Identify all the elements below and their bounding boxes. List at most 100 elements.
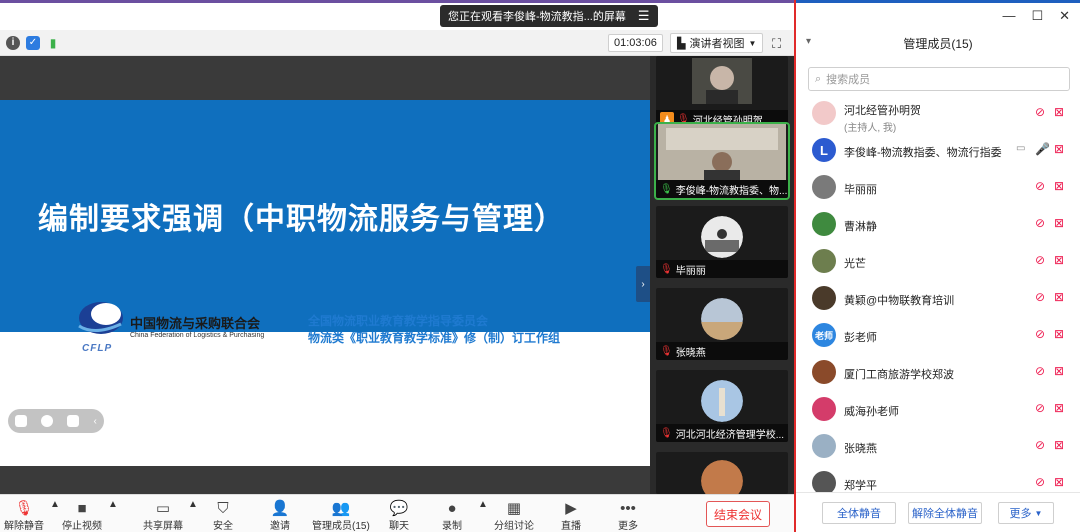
mic-muted-icon[interactable]: ⊘ [1035,475,1045,489]
mic-muted-icon[interactable]: ⊘ [1035,327,1045,341]
security-shield-icon[interactable]: ✓ [26,35,40,50]
participant-row[interactable]: L 李俊峰-物流教指委、物流行指委 ▭ 🎤 ⊠ [796,133,1080,169]
mic-muted-icon[interactable]: ⊘ [1035,401,1045,415]
participant-row[interactable]: 张晓燕 ⊘ ⊠ [796,429,1080,465]
camera-off-icon[interactable]: ⊠ [1054,290,1064,304]
annotate-icon[interactable] [41,415,54,427]
participant-row[interactable]: 威海孙老师 ⊘ ⊠ [796,392,1080,428]
camera-off-icon[interactable]: ⊠ [1054,142,1064,156]
mute-all-button[interactable]: 全体静音 [822,502,896,524]
video-tile[interactable]: 🎙 李俊峰-物流教指委、物... [654,122,790,200]
layout-icon[interactable] [15,415,28,427]
more-options-button[interactable]: 更多 ▼ [998,502,1054,524]
participant-row[interactable]: 老师 彭老师 ⊘ ⊠ [796,318,1080,354]
video-options-caret[interactable]: ▲ [108,499,118,510]
mic-muted-icon[interactable]: ⊘ [1035,179,1045,193]
camera-off-icon[interactable]: ⊠ [1054,216,1064,230]
participant-row[interactable]: 光芒 ⊘ ⊠ [796,244,1080,280]
participant-row[interactable]: 曹淋静 ⊘ ⊠ [796,207,1080,243]
meeting-timer: 01:03:06 [608,34,663,52]
camera-off-icon[interactable]: ⊠ [1054,475,1064,489]
close-icon[interactable]: ✕ [1059,8,1070,24]
mic-muted-icon[interactable]: ⊘ [1035,290,1045,304]
record-label: 录制 [442,521,462,532]
participant-avatar [812,397,836,421]
participant-video [658,124,786,180]
video-tile-name-bar: 🎙 张晓燕 [656,342,788,360]
mic-on-icon[interactable]: 🎤 [1035,142,1050,156]
search-input[interactable]: ⌕ 搜索成员 [808,67,1070,91]
panel-title: 管理成员(15) [903,37,973,51]
unmute-button[interactable]: 🎙 解除静音 [4,499,44,532]
mic-muted-icon[interactable]: ⊘ [1035,105,1045,119]
camera-off-icon[interactable]: ⊠ [1054,105,1064,119]
invite-button[interactable]: 👤 邀请 [270,499,290,532]
manage-participants-button[interactable]: 👥 管理成员(15) [312,499,370,532]
participant-row[interactable]: 毕丽丽 ⊘ ⊠ [796,170,1080,206]
cflp-logo-text: CFLP [82,343,113,354]
keyboard-icon[interactable] [67,415,80,427]
camera-off-icon[interactable]: ⊠ [1054,327,1064,341]
audio-options-caret[interactable]: ▲ [50,499,60,510]
participant-row[interactable]: 黄颖@中物联教育培训 ⊘ ⊠ [796,281,1080,317]
camera-off-icon[interactable]: ⊠ [1054,179,1064,193]
chevron-down-icon: ▼ [748,38,757,48]
chevron-left-icon[interactable]: ‹ [94,416,97,427]
video-tile[interactable]: 🎙 河北河北经济管理学校... [656,370,788,442]
unmute-all-button[interactable]: 解除全体静音 [908,502,982,524]
record-button[interactable]: ● 录制 [442,499,462,532]
screen-share-banner[interactable]: 您正在观看李俊峰-物流教指...的屏幕 ☰ [440,5,658,27]
slide-bottom-margin [0,466,650,494]
participants-icon: 👥 [331,500,351,517]
participant-row[interactable]: 厦门工商旅游学校郑波 ⊘ ⊠ [796,355,1080,391]
camera-off-icon[interactable]: ⊠ [1054,401,1064,415]
participant-name: 彭老师 [844,332,877,344]
video-tile[interactable] [656,452,788,494]
video-tile-name: 张晓燕 [675,347,706,359]
record-icon: ● [447,499,457,517]
stop-video-button[interactable]: ■ 停止视频 [62,499,102,532]
fullscreen-icon[interactable]: ⛶ [772,36,781,52]
participant-avatar [812,101,836,125]
annotation-float-toolbar[interactable]: ‹ [8,409,104,433]
network-signal-icon[interactable]: ▮ [46,36,60,50]
camera-off-icon[interactable]: ⊠ [1054,438,1064,452]
share-screen-button[interactable]: ▭ 共享屏幕 [143,499,183,532]
chat-button[interactable]: 💬 聊天 [389,499,409,532]
security-button[interactable]: ⛉ 安全 [213,499,233,532]
video-tile[interactable]: ♟ 🎙 河北经管孙明贺 [656,56,788,128]
participant-name: 厦门工商旅游学校郑波 [844,369,954,381]
title-strip [0,0,794,3]
mic-muted-icon: 🎙 [660,427,673,439]
participant-role: (主持人, 我) [844,123,897,134]
participant-avatar [812,360,836,384]
participant-name: 河北经管孙明贺 [844,105,921,117]
participant-name: 威海孙老师 [844,406,899,418]
camera-off-icon[interactable]: ⊠ [1054,253,1064,267]
panel-accent-line [796,0,1080,3]
mic-muted-icon[interactable]: ⊘ [1035,253,1045,267]
live-stream-button[interactable]: ▶ 直播 [561,499,581,532]
end-meeting-button[interactable]: 结束会议 [706,501,770,527]
participant-name: 曹淋静 [844,221,877,233]
minimize-icon[interactable]: — [1002,8,1015,24]
participant-row[interactable]: 郑学平 ⊘ ⊠ [796,466,1080,492]
view-mode-select[interactable]: ▙ 演讲者视图 ▼ [670,33,764,53]
share-options-caret[interactable]: ▲ [188,499,198,510]
mic-muted-icon[interactable]: ⊘ [1035,364,1045,378]
record-options-caret[interactable]: ▲ [478,499,488,510]
maximize-icon[interactable]: ☐ [1031,8,1043,24]
participant-avatar [701,216,743,258]
video-tile[interactable]: 🎙 毕丽丽 [656,206,788,278]
mic-muted-icon[interactable]: ⊘ [1035,438,1045,452]
participant-row[interactable]: 河北经管孙明贺 (主持人, 我) ⊘ ⊠ [796,96,1080,134]
committee-line-1: 全国物流职业教育教学指导委员会 [308,314,489,328]
video-tile[interactable]: 🎙 张晓燕 [656,288,788,360]
more-button[interactable]: ••• 更多 [618,499,638,532]
collapse-gallery-button[interactable]: › [636,266,650,302]
info-icon[interactable]: i [6,35,20,50]
menu-icon[interactable]: ☰ [638,8,650,24]
camera-off-icon[interactable]: ⊠ [1054,364,1064,378]
mic-muted-icon[interactable]: ⊘ [1035,216,1045,230]
breakout-button[interactable]: ▦ 分组讨论 [494,499,534,532]
